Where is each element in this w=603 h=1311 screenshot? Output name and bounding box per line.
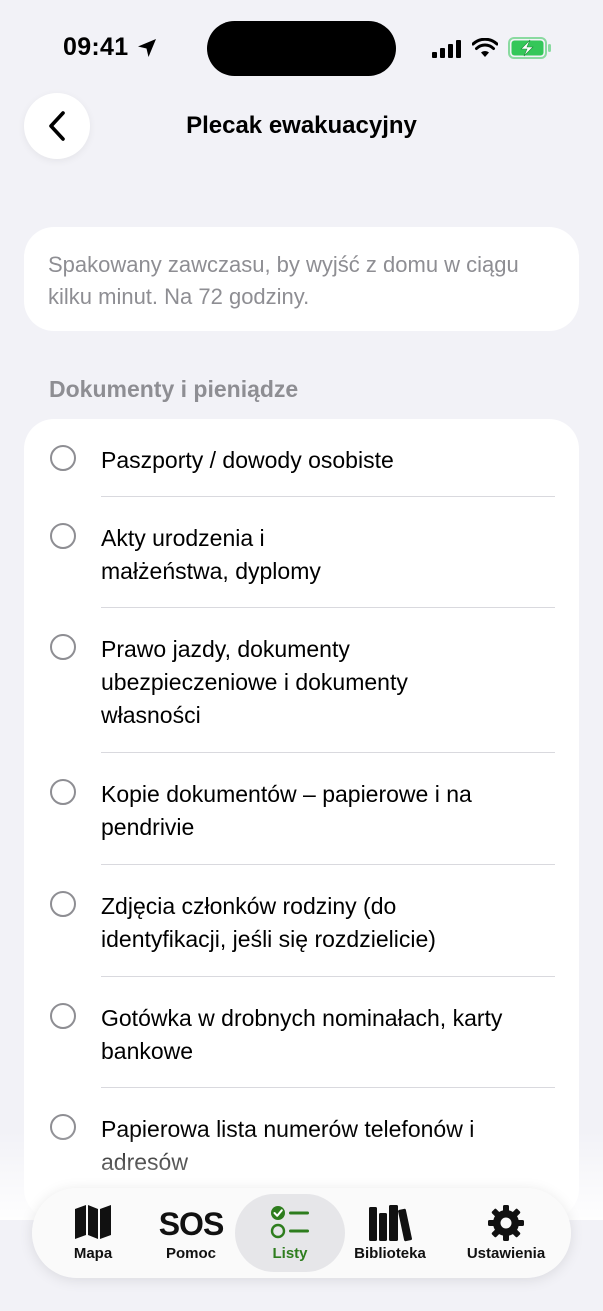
page-title: Plecak ewakuacyjny — [186, 112, 417, 139]
checklist-item-label: Papierowa lista numerów telefonów i adre… — [101, 1116, 475, 1175]
status-bar: 09:41 — [0, 0, 603, 96]
checklist-item-label: Prawo jazdy, dokumenty ubezpieczeniowe i… — [101, 636, 408, 728]
wifi-icon — [472, 38, 498, 57]
checkbox-circle-icon[interactable] — [50, 634, 76, 660]
books-icon — [369, 1205, 412, 1242]
checklist-item[interactable]: Akty urodzenia i małżeństwa, dyplomy — [24, 497, 579, 608]
checklist-icon — [270, 1206, 309, 1239]
checklist-item[interactable]: Gotówka w drobnych nominałach, karty ban… — [24, 977, 579, 1088]
map-icon — [75, 1205, 111, 1239]
location-arrow-icon — [138, 39, 156, 57]
tab-label: Mapa — [73, 1245, 113, 1262]
checkbox-circle-icon[interactable] — [50, 891, 76, 917]
tab-listy[interactable]: Listy — [235, 1194, 345, 1272]
checklist-item[interactable]: Prawo jazdy, dokumenty ubezpieczeniowe i… — [24, 608, 579, 752]
description-text: Spakowany zawczasu, by wyjść z domu w ci… — [48, 252, 519, 309]
tab-label: Biblioteka — [354, 1245, 426, 1262]
checklist-item[interactable]: Zdjęcia członków rodziny (do identyfikac… — [24, 865, 579, 976]
tab-biblioteka[interactable]: Biblioteka — [334, 1194, 446, 1272]
tab-label: Listy — [272, 1245, 308, 1262]
checklist-item[interactable]: Paszporty / dowody osobiste — [24, 419, 579, 497]
checklist-item[interactable]: Kopie dokumentów – papierowe i na pendri… — [24, 753, 579, 864]
checklist-item-label: Kopie dokumentów – papierowe i na pendri… — [101, 781, 472, 840]
checklist-item-label: Paszporty / dowody osobiste — [101, 447, 394, 473]
checkbox-circle-icon[interactable] — [50, 445, 76, 471]
tab-label: Ustawienia — [466, 1245, 546, 1262]
section-title: Dokumenty i pieniądze — [49, 376, 299, 402]
tab-label: Pomoc — [165, 1245, 216, 1262]
battery-charging-icon — [508, 37, 551, 59]
gear-icon — [488, 1205, 524, 1241]
checklist-item-label: Gotówka w drobnych nominałach, karty ban… — [101, 1005, 503, 1064]
tab-mapa[interactable]: Mapa — [38, 1194, 148, 1272]
tab-pomoc[interactable]: SOS Pomoc — [136, 1194, 246, 1272]
checklist-card: Paszporty / dowody osobiste Akty urodzen… — [24, 419, 579, 1219]
tab-ustawienia[interactable]: Ustawienia — [446, 1194, 566, 1272]
description-card: Spakowany zawczasu, by wyjść z domu w ci… — [24, 227, 579, 331]
cellular-signal-icon — [432, 40, 461, 58]
sos-icon: SOS — [158, 1206, 225, 1242]
dynamic-island — [207, 21, 396, 76]
checkbox-circle-icon[interactable] — [50, 1114, 76, 1140]
checkbox-circle-icon[interactable] — [50, 779, 76, 805]
status-time: 09:41 — [63, 33, 129, 61]
checklist-item[interactable]: Papierowa lista numerów telefonów i adre… — [24, 1088, 579, 1199]
checklist-item-label: Zdjęcia członków rodziny (do identyfikac… — [101, 893, 436, 952]
checkbox-circle-icon[interactable] — [50, 1003, 76, 1029]
checklist-item-label: Akty urodzenia i małżeństwa, dyplomy — [101, 525, 321, 584]
tab-bar: Mapa SOS Pomoc Listy Biblioteka Ustawien… — [32, 1188, 571, 1278]
checkbox-circle-icon[interactable] — [50, 523, 76, 549]
